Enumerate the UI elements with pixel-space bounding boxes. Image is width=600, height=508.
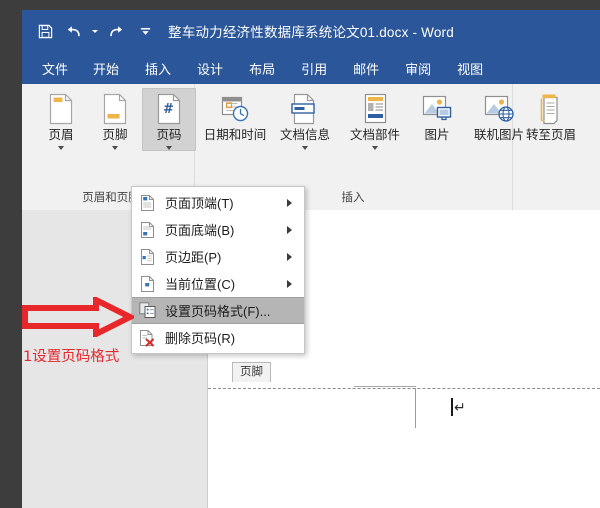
menu-item-page-bottom-label: 页面底端(B) — [165, 223, 235, 238]
screenshot-root: 整车动力经济性数据库系统论文01.docx - Word 文件 开始 插入 设计… — [0, 0, 600, 508]
page-bottom-icon — [136, 220, 158, 240]
submenu-arrow-icon — [287, 252, 292, 261]
page-number-button[interactable]: # 页码 — [142, 88, 196, 151]
svg-text:#: # — [163, 102, 174, 117]
footer-button[interactable]: 页脚 — [88, 88, 142, 151]
page-margin-icon — [136, 247, 158, 267]
page-number-dropdown-icon[interactable] — [166, 146, 172, 150]
header-button[interactable]: 页眉 — [34, 88, 88, 151]
goto-header-button-label: 转至页眉 — [525, 128, 576, 142]
redo-icon[interactable] — [103, 18, 129, 44]
tab-layout[interactable]: 布局 — [236, 52, 288, 84]
page-number-dropdown-menu: 页面顶端(T) 页面底端(B) 页边距(P) 当前位置(C) 设置页码格式(F)… — [131, 186, 305, 354]
annotation-arrow-icon — [22, 297, 134, 337]
current-position-icon — [136, 274, 158, 294]
footer-area-tab: 页脚 — [232, 362, 271, 382]
document-info-icon — [289, 93, 321, 125]
tab-file[interactable]: 文件 — [28, 52, 80, 84]
date-time-button[interactable]: 日期和时间 — [200, 88, 270, 144]
page-top-icon — [136, 193, 158, 213]
picture-button-label: 图片 — [424, 128, 450, 142]
tab-review[interactable]: 审阅 — [392, 52, 444, 84]
document-info-button[interactable]: 文档信息 — [270, 88, 340, 151]
menu-item-current-position[interactable]: 当前位置(C) — [132, 270, 304, 297]
margin-vertical-line — [415, 388, 416, 428]
menu-item-current-position-label: 当前位置(C) — [165, 277, 236, 292]
undo-dropdown-icon[interactable] — [90, 18, 100, 44]
remove-page-number-icon — [136, 328, 158, 348]
ribbon-group-navigation: 转至页眉 转至 — [512, 84, 600, 210]
tab-home[interactable]: 开始 — [80, 52, 132, 84]
customize-qat-icon[interactable] — [132, 18, 158, 44]
date-time-button-label: 日期和时间 — [203, 128, 267, 142]
header-dropdown-icon[interactable] — [58, 146, 64, 150]
quick-parts-icon — [359, 93, 391, 125]
footer-icon — [99, 93, 131, 125]
text-cursor — [451, 398, 453, 416]
submenu-arrow-icon — [287, 225, 292, 234]
title-bar: 整车动力经济性数据库系统论文01.docx - Word — [22, 10, 600, 52]
menu-item-remove-page-numbers[interactable]: 删除页码(R) — [132, 324, 304, 351]
page-number-button-label: 页码 — [156, 128, 182, 142]
tab-mailings[interactable]: 邮件 — [340, 52, 392, 84]
menu-item-page-top[interactable]: 页面顶端(T) — [132, 189, 304, 216]
paragraph-mark: ↵ — [454, 399, 466, 415]
header-icon — [45, 93, 77, 125]
footer-dropdown-icon[interactable] — [112, 146, 118, 150]
goto-header-button[interactable]: 转至页眉 — [516, 88, 586, 144]
header-button-label: 页眉 — [48, 128, 74, 142]
menu-item-format-page-numbers-label: 设置页码格式(F)... — [165, 304, 271, 319]
undo-icon[interactable] — [61, 18, 87, 44]
menu-item-page-margin[interactable]: 页边距(P) — [132, 243, 304, 270]
goto-header-icon — [535, 93, 567, 125]
margin-horizontal-line — [354, 386, 416, 387]
ribbon-tab-strip: 文件 开始 插入 设计 布局 引用 邮件 审阅 视图 — [22, 52, 600, 84]
quick-parts-button[interactable]: 文档部件 — [340, 88, 410, 151]
menu-item-page-margin-label: 页边距(P) — [165, 250, 222, 265]
submenu-arrow-icon — [287, 279, 292, 288]
document-info-button-label: 文档信息 — [279, 128, 330, 142]
tab-view[interactable]: 视图 — [444, 52, 496, 84]
menu-item-page-top-label: 页面顶端(T) — [165, 196, 234, 211]
quick-access-toolbar — [22, 10, 158, 52]
footer-button-label: 页脚 — [102, 128, 128, 142]
submenu-arrow-icon — [287, 198, 292, 207]
menu-item-remove-page-numbers-label: 删除页码(R) — [165, 331, 236, 346]
ribbon: 页眉 页脚 # 页码 页眉和页脚 日期和时间 文档信息 文档部件 图片 联机图片… — [22, 84, 600, 211]
quick-parts-button-label: 文档部件 — [349, 128, 400, 142]
tab-insert[interactable]: 插入 — [132, 52, 184, 84]
picture-icon — [421, 93, 453, 125]
format-page-number-icon — [136, 301, 158, 321]
save-icon[interactable] — [32, 18, 58, 44]
date-time-icon — [219, 93, 251, 125]
menu-item-format-page-numbers[interactable]: 设置页码格式(F)... — [132, 297, 304, 324]
online-picture-icon — [483, 93, 515, 125]
annotation-label: 1设置页码格式 — [23, 349, 120, 365]
document-info-dropdown-icon[interactable] — [302, 146, 308, 150]
footer-boundary-line — [208, 388, 600, 389]
word-window: 整车动力经济性数据库系统论文01.docx - Word 文件 开始 插入 设计… — [22, 10, 600, 508]
tab-design[interactable]: 设计 — [184, 52, 236, 84]
goto-footer-button: 转至 — [586, 88, 600, 144]
page-number-icon: # — [153, 93, 185, 125]
tab-references[interactable]: 引用 — [288, 52, 340, 84]
menu-item-page-bottom[interactable]: 页面底端(B) — [132, 216, 304, 243]
picture-button[interactable]: 图片 — [410, 88, 464, 144]
quick-parts-dropdown-icon[interactable] — [372, 146, 378, 150]
